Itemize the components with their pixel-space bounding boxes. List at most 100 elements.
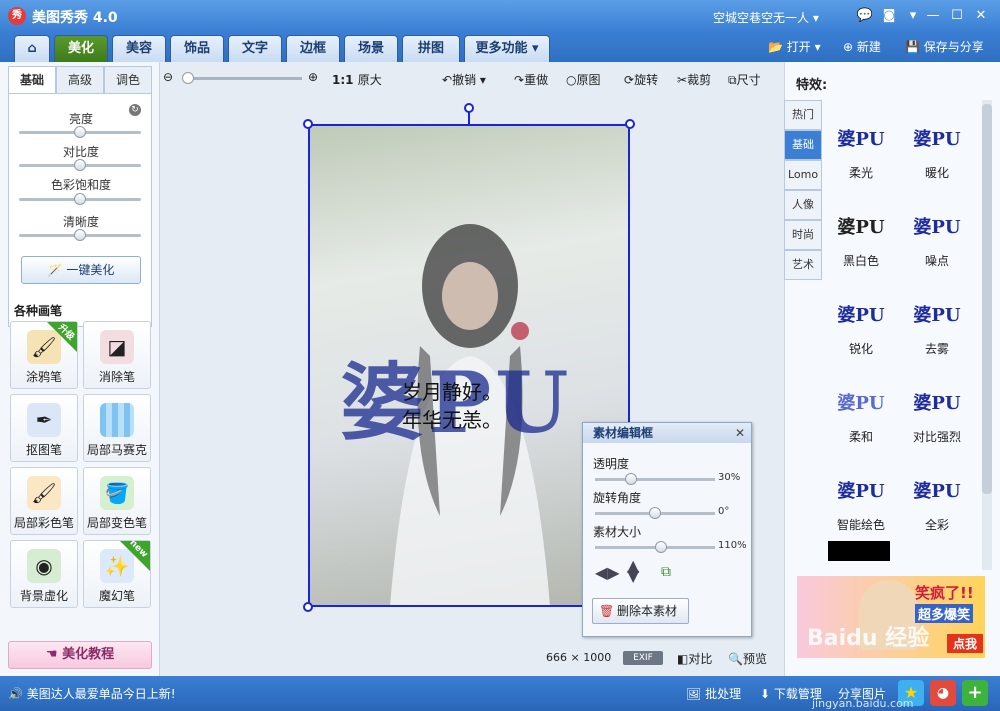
- size-slider[interactable]: [595, 541, 715, 553]
- subtab-color[interactable]: 调色: [104, 66, 152, 94]
- app-logo: 秀: [8, 7, 26, 25]
- brush-bg-blur[interactable]: ◉ 背景虚化: [10, 540, 78, 608]
- sharpness-label: 清晰度: [62, 215, 99, 229]
- minimize-icon[interactable]: —: [924, 7, 942, 25]
- effects-cat-fashion[interactable]: 时尚: [784, 220, 822, 250]
- compare-button[interactable]: ◧对比: [677, 650, 712, 667]
- handle-bottom-left[interactable]: [303, 602, 313, 612]
- zoom-slider[interactable]: [182, 72, 302, 84]
- delete-material-button[interactable]: 🗑 删除本素材: [592, 598, 689, 624]
- handle-top-left[interactable]: [303, 119, 313, 129]
- tab-beauty[interactable]: 美容: [112, 35, 166, 62]
- actual-size-button[interactable]: 1:1 原大: [332, 71, 382, 88]
- brush-cutout[interactable]: ✒ 抠图笔: [10, 394, 78, 462]
- sharpness-knob[interactable]: [74, 229, 86, 241]
- add-icon[interactable]: +: [962, 680, 988, 706]
- effect-full-color[interactable]: 婆PU 全彩: [902, 458, 972, 538]
- brush-eraser[interactable]: ◪ 消除笔: [83, 321, 151, 389]
- contrast-slider[interactable]: [19, 159, 141, 171]
- tab-border[interactable]: 边框: [286, 35, 340, 62]
- tab-text[interactable]: 文字: [228, 35, 282, 62]
- site-watermark: jingyan.baidu.com: [812, 697, 914, 710]
- brush-local-color[interactable]: 🖌 局部彩色笔: [10, 467, 78, 535]
- subtab-basic[interactable]: 基础: [8, 66, 56, 94]
- news-ticker[interactable]: 🔊 美图达人最爱单品今日上新!: [8, 685, 176, 702]
- redo-button[interactable]: ↷重做: [514, 71, 548, 88]
- batch-button[interactable]: 🖼 批处理: [686, 685, 741, 702]
- brightness-slider[interactable]: [19, 126, 141, 138]
- skin-icon[interactable]: ▾: [904, 7, 922, 25]
- tab-more[interactable]: 更多功能 ▾: [464, 35, 550, 62]
- hand-icon: ☚: [45, 647, 58, 662]
- brush-color-change[interactable]: 🪣 局部变色笔: [83, 467, 151, 535]
- tab-beautify[interactable]: 美化: [54, 35, 108, 62]
- brightness-knob[interactable]: [74, 126, 86, 138]
- beautify-tutorial-button[interactable]: ☚ 美化教程: [8, 641, 152, 669]
- effect-smart-color[interactable]: 婆PU 智能绘色: [826, 458, 896, 538]
- effects-cat-lomo[interactable]: Lomo: [784, 160, 822, 190]
- subtab-advanced[interactable]: 高级: [56, 66, 104, 94]
- close-icon[interactable]: ✕: [972, 7, 990, 25]
- crop-button[interactable]: ✂裁剪: [677, 71, 711, 88]
- sharpness-slider[interactable]: [19, 229, 141, 241]
- effect-black-white[interactable]: 婆PU 黑白色: [826, 194, 896, 274]
- saturation-label: 色彩饱和度: [50, 178, 111, 192]
- ad-banner[interactable]: 笑疯了!! 超多爆笑 点我 Baidu 经验: [797, 576, 985, 658]
- original-image-button[interactable]: ○原图: [566, 71, 601, 88]
- resize-button[interactable]: ⧉尺寸: [728, 71, 761, 88]
- brush-magic[interactable]: ✨ 魔幻笔 new: [83, 538, 151, 608]
- effects-cat-basic[interactable]: 基础: [784, 130, 822, 160]
- brush-mosaic[interactable]: 局部马赛克: [83, 394, 151, 462]
- effect-warm[interactable]: 婆PU 暖化: [902, 106, 972, 186]
- rotate-handle[interactable]: [464, 103, 474, 113]
- open-button[interactable]: 📂 打开 ▾: [768, 37, 821, 57]
- effects-cat-hot[interactable]: 热门: [784, 100, 822, 130]
- new-button[interactable]: ⊕ 新建: [843, 37, 881, 57]
- title-bar: 秀 美图秀秀 4.0 空城空巷空无一人 ▾ 💬 ◙ ▾ — ☐ ✕: [0, 0, 1000, 32]
- effect-noise[interactable]: 婆PU 噪点: [902, 194, 972, 274]
- tab-home[interactable]: ⌂: [14, 35, 50, 62]
- opacity-knob[interactable]: [625, 473, 637, 485]
- maximize-icon[interactable]: ☐: [948, 7, 966, 25]
- copy-material-icon[interactable]: ⧉: [661, 564, 671, 580]
- weibo-icon[interactable]: ◕: [930, 680, 956, 706]
- brush-doodle[interactable]: 🖌 涂鸦笔 升级: [10, 321, 78, 389]
- flip-vertical-icon[interactable]: ▲ ▼: [627, 558, 639, 584]
- effect-thumb: 婆PU: [913, 217, 961, 238]
- rotation-knob[interactable]: [649, 507, 661, 519]
- effect-sharpen[interactable]: 婆PU 锐化: [826, 282, 896, 362]
- feedback-icon[interactable]: ◙: [880, 7, 898, 25]
- saturation-knob[interactable]: [74, 193, 86, 205]
- message-icon[interactable]: 💬: [856, 7, 874, 25]
- saturation-slider[interactable]: [19, 193, 141, 205]
- handle-top-right[interactable]: [625, 119, 635, 129]
- effect-soft[interactable]: 婆PU 柔和: [826, 370, 896, 450]
- effect-high-contrast[interactable]: 婆PU 对比强烈: [902, 370, 972, 450]
- opacity-slider[interactable]: [595, 473, 715, 485]
- effect-soft-light[interactable]: 婆PU 柔光: [826, 106, 896, 186]
- rotation-slider[interactable]: [595, 507, 715, 519]
- zoom-out-icon[interactable]: ⊖: [163, 70, 173, 84]
- exif-button[interactable]: EXIF: [623, 651, 663, 665]
- save-share-button[interactable]: 💾 保存与分享: [905, 37, 984, 57]
- contrast-knob[interactable]: [74, 159, 86, 171]
- zoom-in-icon[interactable]: ⊕: [308, 70, 318, 84]
- tab-accessories[interactable]: 饰品: [170, 35, 224, 62]
- rotate-button[interactable]: ⟳旋转: [624, 71, 658, 88]
- effects-scroll-thumb[interactable]: [982, 104, 992, 494]
- tab-collage[interactable]: 拼图: [402, 35, 460, 62]
- undo-button[interactable]: ↶撤销 ▾: [442, 71, 486, 88]
- compare-label: 对比: [688, 652, 713, 666]
- one-key-beautify-button[interactable]: 🪄 一键美化: [21, 256, 141, 284]
- close-material-icon[interactable]: ✕: [735, 426, 745, 440]
- preview-button[interactable]: 🔍预览: [728, 650, 767, 667]
- effects-cat-portrait[interactable]: 人像: [784, 190, 822, 220]
- effect-dehaze[interactable]: 婆PU 去雾: [902, 282, 972, 362]
- user-name-dropdown[interactable]: 空城空巷空无一人 ▾: [713, 9, 819, 26]
- edit-toolbar: ⊖ ⊕ 1:1 原大 ↶撤销 ▾ ↷重做 ○原图 ⟳旋转 ✂裁剪 ⧉尺寸: [160, 62, 784, 94]
- size-knob[interactable]: [655, 541, 667, 553]
- flip-horizontal-icon[interactable]: ◀▶: [595, 563, 620, 582]
- zoom-knob[interactable]: [182, 72, 194, 84]
- effects-cat-art[interactable]: 艺术: [784, 250, 822, 280]
- tab-scene[interactable]: 场景: [344, 35, 398, 62]
